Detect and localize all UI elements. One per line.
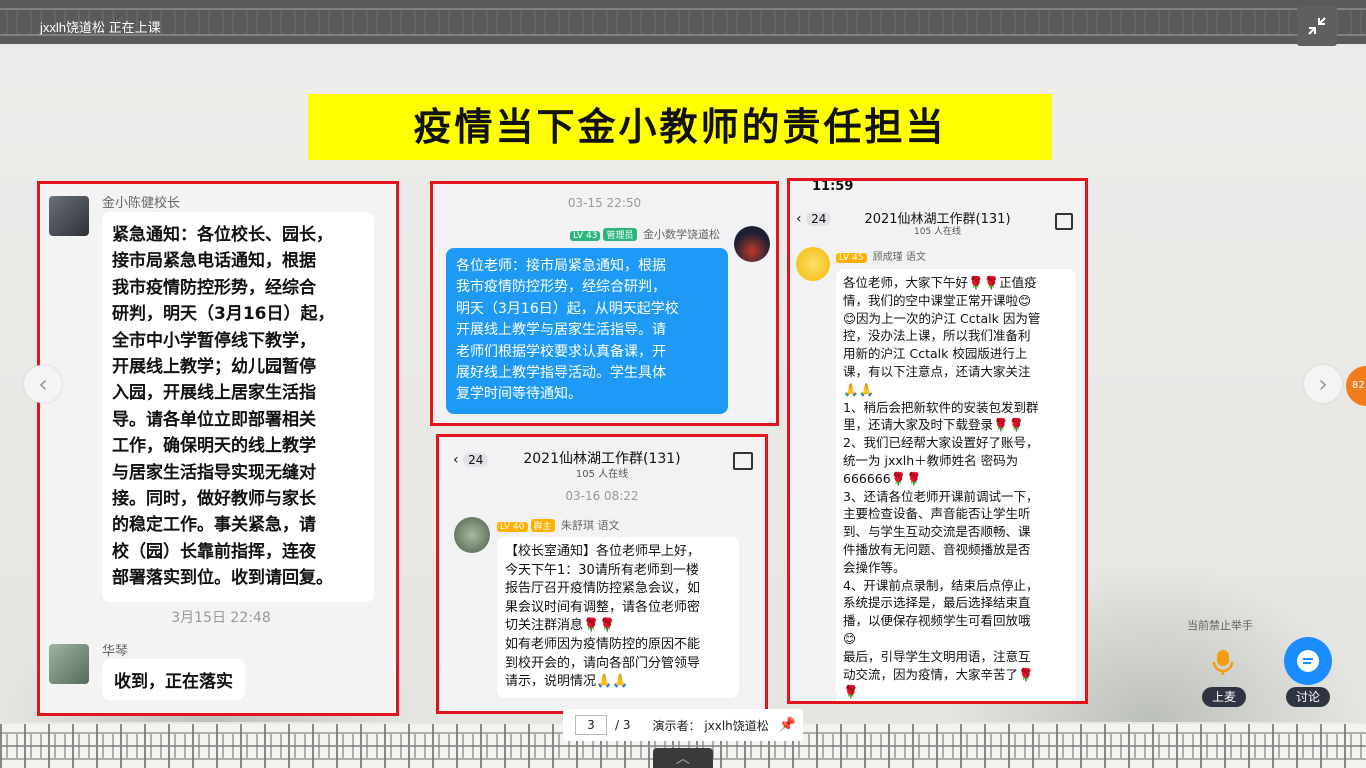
online-count: 105 人在线 bbox=[575, 469, 629, 480]
avatar bbox=[49, 196, 89, 236]
prev-slide-button[interactable]: ‹ bbox=[24, 365, 62, 403]
sender-name: 朱舒琪 语文 bbox=[561, 519, 620, 532]
next-slide-button[interactable]: › bbox=[1304, 365, 1342, 403]
slide-pager: 3 / 3 演示者： jxxlh饶道松 📌 bbox=[563, 709, 803, 741]
checkin-icon[interactable] bbox=[1055, 213, 1073, 230]
discuss-label[interactable]: 讨论 bbox=[1286, 687, 1330, 707]
avatar bbox=[734, 226, 770, 262]
message-bubble: 收到，正在落实 bbox=[102, 659, 245, 700]
exit-fullscreen-button[interactable] bbox=[1297, 6, 1337, 46]
avatar bbox=[49, 644, 89, 684]
raise-hand-status: 当前禁止举手 bbox=[1187, 619, 1253, 632]
sender-name: 金小陈健校长 bbox=[102, 196, 181, 211]
chevron-left-icon: ‹ bbox=[38, 370, 48, 398]
chat-screenshot-group-instructions: 11:59 ‹ 24 2021仙林湖工作群(131) 105 人在线 LV 45… bbox=[787, 178, 1088, 704]
presenter-label: 演示者： jxxlh饶道松 bbox=[652, 718, 769, 733]
sender-name: 华琴 bbox=[102, 644, 129, 659]
message-bubble: 各位老师，大家下午好🌹🌹正值疫 情，我们的空中课堂正常开课啦😊 😊因为上一次的沪… bbox=[836, 269, 1076, 701]
checkin-icon[interactable] bbox=[733, 452, 753, 470]
mic-label[interactable]: 上麦 bbox=[1202, 687, 1246, 707]
online-count: 105 人在线 bbox=[913, 227, 962, 237]
sender-line: LV 40 群主 朱舒琪 语文 bbox=[497, 517, 620, 533]
pin-icon[interactable]: 📌 bbox=[779, 717, 796, 733]
timestamp: 03-16 08:22 bbox=[565, 489, 639, 503]
window-title: jxxlh饶道松 正在上课 bbox=[40, 20, 161, 35]
shrink-icon bbox=[1308, 17, 1326, 35]
sender-line: LV 45 顾成瑾 语文 bbox=[836, 248, 926, 263]
sender-name: 顾成瑾 语文 bbox=[872, 252, 926, 263]
role-badge: 管理员 bbox=[603, 228, 637, 241]
chat-bubble-icon bbox=[1297, 650, 1319, 672]
top-border-pattern bbox=[0, 8, 1366, 36]
page-number-input[interactable]: 3 bbox=[575, 715, 607, 735]
message-bubble: 各位老师：接市局紧急通知，根据 我市疫情防控形势，经综合研判， 明天（3月16日… bbox=[446, 248, 728, 414]
badge-count: 82 bbox=[1352, 380, 1365, 391]
message-bubble: 紧急通知：各位校长、园长， 接市局紧急电话通知，根据 我市疫情防控形势，经综合 … bbox=[102, 212, 374, 602]
sender-name: 金小数学饶道松 bbox=[643, 228, 720, 241]
mic-button[interactable] bbox=[1200, 639, 1246, 685]
avatar bbox=[454, 517, 490, 553]
timestamp: 03-15 22:50 bbox=[567, 196, 642, 210]
top-border bbox=[0, 0, 1366, 44]
level-badge: LV 43 bbox=[569, 231, 601, 241]
status-time: 11:59 bbox=[812, 179, 854, 194]
role-badge: 群主 bbox=[530, 519, 555, 532]
message-bubble: 【校长室通知】各位老师早上好， 今天下午1：30请所有老师到一楼 报告厅召开疫情… bbox=[497, 537, 739, 698]
slide-headline: 疫情当下金小教师的责任担当 bbox=[308, 94, 1052, 160]
avatar bbox=[796, 247, 830, 281]
sender-line: LV 43 管理员 金小数学饶道松 bbox=[569, 226, 720, 242]
chat-screenshot-group: ‹ 24 2021仙林湖工作群(131) 105 人在线 03-16 08:22… bbox=[436, 434, 768, 714]
chat-screenshot-principal: 金小陈健校长 紧急通知：各位校长、园长， 接市局紧急电话通知，根据 我市疫情防控… bbox=[37, 181, 399, 716]
chat-screenshot-teacher: 03-15 22:50 LV 43 管理员 金小数学饶道松 各位老师：接市局紧急通… bbox=[430, 181, 779, 426]
microphone-icon bbox=[1212, 650, 1234, 675]
toolbar-toggle-button[interactable]: ︿ bbox=[653, 748, 713, 768]
discuss-button[interactable] bbox=[1284, 637, 1332, 685]
level-badge: LV 45 bbox=[836, 253, 867, 263]
level-badge: LV 40 bbox=[497, 522, 528, 532]
timestamp: 3月15日 22:48 bbox=[171, 610, 271, 626]
page-total: / 3 bbox=[615, 718, 631, 732]
chevron-up-icon: ︿ bbox=[676, 751, 690, 767]
chevron-right-icon: › bbox=[1318, 370, 1328, 398]
